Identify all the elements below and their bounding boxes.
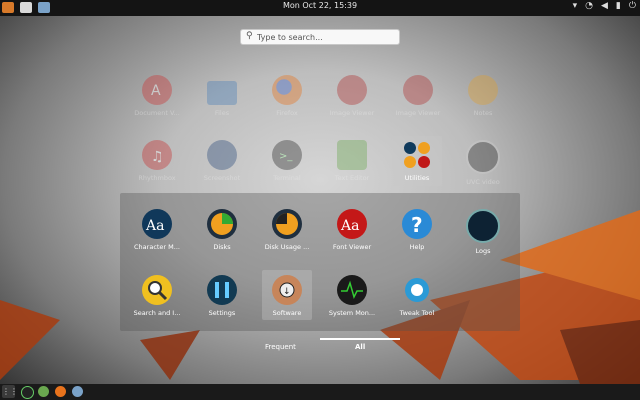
- app-files[interactable]: Files: [191, 75, 253, 117]
- app-label: Tweak Tool: [399, 309, 435, 317]
- terminal-icon: >_: [272, 140, 302, 170]
- app-label: Help: [409, 243, 425, 251]
- dock: ⋮⋮: [0, 384, 640, 400]
- app-system-monitor[interactable]: System Mon...: [321, 275, 383, 317]
- settings-icon: [207, 275, 237, 305]
- app-label: Notes: [473, 109, 493, 117]
- app-label: Software: [272, 309, 302, 317]
- search-box[interactable]: ⚲: [240, 29, 400, 45]
- files-icon: [207, 81, 237, 105]
- app-label: Image Viewer: [395, 109, 441, 117]
- app-label: Settings: [208, 309, 236, 317]
- firefox-dock-icon[interactable]: [55, 386, 66, 397]
- app-utilities-folder[interactable]: Utilities: [386, 140, 448, 182]
- system-tray[interactable]: ▾ ◔ ◀ ▮ ⏻: [573, 1, 636, 11]
- app-label: UVC video: [466, 178, 500, 186]
- wifi-icon[interactable]: ◔: [585, 1, 593, 11]
- svg-text:♫: ♫: [151, 149, 164, 165]
- app-label: Firefox: [276, 109, 298, 117]
- app-label: Logs: [475, 247, 491, 255]
- settings-dock-icon[interactable]: [72, 386, 83, 397]
- volume-icon[interactable]: ◀: [601, 1, 608, 11]
- notes-icon: [468, 75, 498, 105]
- uvc-video-icon: [466, 140, 500, 174]
- app-software[interactable]: ↓ Software: [256, 275, 318, 317]
- active-tab-indicator: [320, 338, 400, 340]
- tweak-tool-icon: [402, 275, 432, 305]
- app-notes[interactable]: Notes: [452, 75, 514, 117]
- help-icon: ?: [402, 209, 432, 239]
- battery-icon[interactable]: ▮: [616, 1, 621, 11]
- app-label: Terminal: [273, 174, 301, 182]
- app-label: Image Viewer: [329, 109, 375, 117]
- app-terminal[interactable]: >_ Terminal: [256, 140, 318, 182]
- system-monitor-icon: [337, 275, 367, 305]
- firefox-icon: [272, 75, 302, 105]
- app-logs[interactable]: Logs: [452, 209, 514, 255]
- gedit-dock-icon[interactable]: [38, 386, 49, 397]
- disk-usage-icon: [272, 209, 302, 239]
- app-disk-usage[interactable]: Disk Usage ...: [256, 209, 318, 251]
- document-viewer-icon: A: [142, 75, 172, 105]
- app-rhythmbox[interactable]: ♫ Rhythmbox: [126, 140, 188, 182]
- app-label: Document V...: [134, 109, 180, 117]
- app-label: Screenshot: [203, 174, 241, 182]
- search-input[interactable]: [255, 30, 397, 45]
- svg-text:>_: >_: [279, 151, 293, 162]
- app-character-map[interactable]: Aa Character M...: [126, 209, 188, 251]
- app-label: Disks: [213, 243, 231, 251]
- screenshot-icon: [207, 140, 237, 170]
- software-icon: ↓: [272, 275, 302, 305]
- svg-text:Aa: Aa: [340, 218, 359, 234]
- image-viewer-icon: [337, 75, 367, 105]
- tab-all[interactable]: All: [355, 343, 365, 351]
- svg-text:↓: ↓: [283, 287, 291, 297]
- image-viewer-icon: [403, 75, 433, 105]
- search-icon: ⚲: [246, 31, 253, 41]
- text-editor-icon: [337, 140, 367, 170]
- app-uvc-video[interactable]: UVC video: [452, 140, 514, 186]
- app-settings[interactable]: Settings: [191, 275, 253, 317]
- font-viewer-icon: Aa: [337, 209, 367, 239]
- app-image-viewer-2[interactable]: Image Viewer: [387, 75, 449, 117]
- app-label: System Mon...: [328, 309, 376, 317]
- svg-text:Aa: Aa: [145, 218, 164, 234]
- app-firefox[interactable]: Firefox: [256, 75, 318, 117]
- app-search-and-indexing[interactable]: Search and I...: [126, 275, 188, 317]
- app-label: Rhythmbox: [138, 174, 176, 182]
- app-disks[interactable]: Disks: [191, 209, 253, 251]
- svg-text:?: ?: [411, 213, 423, 237]
- app-label: Disk Usage ...: [264, 243, 310, 251]
- app-label: Search and I...: [133, 309, 181, 317]
- app-screenshot[interactable]: Screenshot: [191, 140, 253, 182]
- disks-icon: [207, 209, 237, 239]
- tab-frequent[interactable]: Frequent: [265, 343, 296, 351]
- search-and-indexing-icon: [142, 275, 172, 305]
- terminal-dock-icon[interactable]: [21, 386, 34, 399]
- app-font-viewer[interactable]: Aa Font Viewer: [321, 209, 383, 251]
- power-icon[interactable]: ⏻: [629, 1, 636, 11]
- logs-icon: [466, 209, 500, 243]
- app-text-editor[interactable]: Text Editor: [321, 140, 383, 182]
- utilities-folder-icon: [402, 140, 432, 170]
- app-help[interactable]: ? Help: [386, 209, 448, 251]
- app-label: Text Editor: [334, 174, 370, 182]
- app-document-viewer[interactable]: A Document V...: [126, 75, 188, 117]
- clock[interactable]: Mon Oct 22, 15:39: [0, 1, 640, 10]
- dropdown-icon[interactable]: ▾: [573, 1, 578, 11]
- rhythmbox-icon: ♫: [142, 140, 172, 170]
- show-apps-button[interactable]: ⋮⋮: [2, 385, 18, 398]
- app-label: Font Viewer: [332, 243, 372, 251]
- app-label: Files: [214, 109, 230, 117]
- app-tweak-tool[interactable]: Tweak Tool: [386, 275, 448, 317]
- app-image-viewer-1[interactable]: Image Viewer: [321, 75, 383, 117]
- character-map-icon: Aa: [142, 209, 172, 239]
- top-bar: Mon Oct 22, 15:39 ▾ ◔ ◀ ▮ ⏻: [0, 0, 640, 16]
- svg-text:A: A: [151, 83, 161, 99]
- app-label: Character M...: [134, 243, 180, 251]
- app-label: Utilities: [404, 174, 430, 182]
